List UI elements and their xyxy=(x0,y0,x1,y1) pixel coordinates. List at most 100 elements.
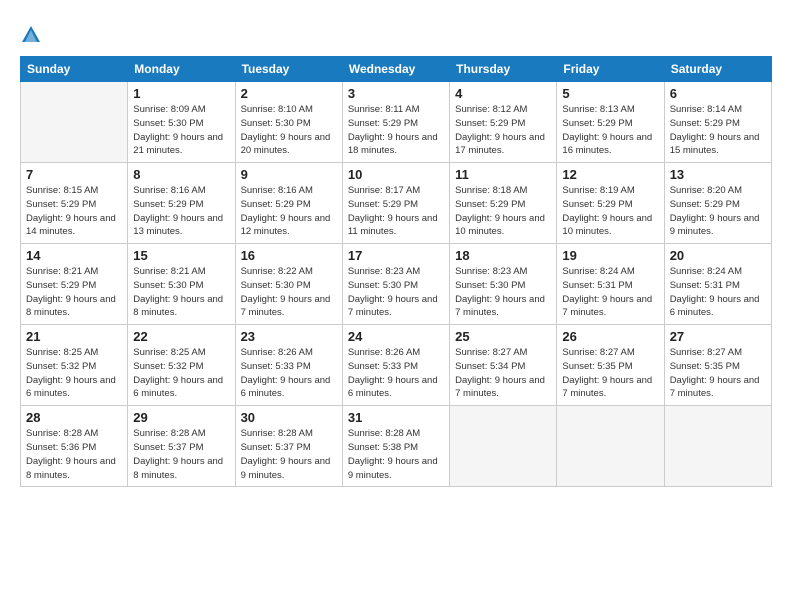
day-detail: Sunrise: 8:27 AMSunset: 5:35 PMDaylight:… xyxy=(562,346,658,401)
day-number: 17 xyxy=(348,248,444,263)
calendar-cell: 26Sunrise: 8:27 AMSunset: 5:35 PMDayligh… xyxy=(557,325,664,406)
weekday-header: Sunday xyxy=(21,57,128,82)
weekday-header: Tuesday xyxy=(235,57,342,82)
day-number: 15 xyxy=(133,248,229,263)
day-number: 29 xyxy=(133,410,229,425)
day-detail: Sunrise: 8:26 AMSunset: 5:33 PMDaylight:… xyxy=(241,346,337,401)
calendar-cell: 5 Sunrise: 8:13 AMSunset: 5:29 PMDaylight… xyxy=(557,82,664,163)
calendar-cell: 17 Sunrise: 8:23 AMSunset: 5:30 PMDayligh… xyxy=(342,244,449,325)
calendar-week-row: 7 Sunrise: 8:15 AMSunset: 5:29 PMDaylight… xyxy=(21,163,772,244)
day-detail: Sunrise: 8:12 AMSunset: 5:29 PMDaylight:… xyxy=(455,103,551,158)
day-number: 13 xyxy=(670,167,766,182)
calendar-cell: 14 Sunrise: 8:21 AMSunset: 5:29 PMDayligh… xyxy=(21,244,128,325)
day-number: 12 xyxy=(562,167,658,182)
calendar-cell: 29 Sunrise: 8:28 AMSunset: 5:37 PMDayligh… xyxy=(128,406,235,487)
day-detail: Sunrise: 8:13 AMSunset: 5:29 PMDaylight:… xyxy=(562,103,658,158)
day-detail: Sunrise: 8:25 AMSunset: 5:32 PMDaylight:… xyxy=(133,346,229,401)
day-detail: Sunrise: 8:27 AMSunset: 5:35 PMDaylight:… xyxy=(670,346,766,401)
day-number: 18 xyxy=(455,248,551,263)
day-detail: Sunrise: 8:24 AMSunset: 5:31 PMDaylight:… xyxy=(562,265,658,320)
weekday-header: Wednesday xyxy=(342,57,449,82)
day-number: 20 xyxy=(670,248,766,263)
calendar-cell: 12Sunrise: 8:19 AMSunset: 5:29 PMDayligh… xyxy=(557,163,664,244)
day-detail: Sunrise: 8:20 AMSunset: 5:29 PMDaylight:… xyxy=(670,184,766,239)
header-row: SundayMondayTuesdayWednesdayThursdayFrid… xyxy=(21,57,772,82)
calendar-cell: 8 Sunrise: 8:16 AMSunset: 5:29 PMDaylight… xyxy=(128,163,235,244)
day-number: 2 xyxy=(241,86,337,101)
calendar-body: 1 Sunrise: 8:09 AMSunset: 5:30 PMDaylight… xyxy=(21,82,772,487)
day-number: 8 xyxy=(133,167,229,182)
calendar-cell: 31 Sunrise: 8:28 AMSunset: 5:38 PMDayligh… xyxy=(342,406,449,487)
day-number: 9 xyxy=(241,167,337,182)
day-number: 10 xyxy=(348,167,444,182)
calendar-cell: 30Sunrise: 8:28 AMSunset: 5:37 PMDayligh… xyxy=(235,406,342,487)
day-detail: Sunrise: 8:11 AMSunset: 5:29 PMDaylight:… xyxy=(348,103,444,158)
calendar-cell: 4Sunrise: 8:12 AMSunset: 5:29 PMDaylight… xyxy=(450,82,557,163)
calendar-cell: 27 Sunrise: 8:27 AMSunset: 5:35 PMDayligh… xyxy=(664,325,771,406)
day-detail: Sunrise: 8:21 AMSunset: 5:29 PMDaylight:… xyxy=(26,265,122,320)
day-number: 7 xyxy=(26,167,122,182)
day-number: 5 xyxy=(562,86,658,101)
day-number: 28 xyxy=(26,410,122,425)
calendar-cell: 15 Sunrise: 8:21 AMSunset: 5:30 PMDayligh… xyxy=(128,244,235,325)
calendar-cell xyxy=(450,406,557,487)
weekday-header: Monday xyxy=(128,57,235,82)
calendar-cell: 19Sunrise: 8:24 AMSunset: 5:31 PMDayligh… xyxy=(557,244,664,325)
weekday-header: Thursday xyxy=(450,57,557,82)
day-number: 25 xyxy=(455,329,551,344)
day-detail: Sunrise: 8:27 AMSunset: 5:34 PMDaylight:… xyxy=(455,346,551,401)
calendar-cell: 7 Sunrise: 8:15 AMSunset: 5:29 PMDaylight… xyxy=(21,163,128,244)
calendar-cell: 25 Sunrise: 8:27 AMSunset: 5:34 PMDayligh… xyxy=(450,325,557,406)
day-number: 11 xyxy=(455,167,551,182)
calendar-cell: 10 Sunrise: 8:17 AMSunset: 5:29 PMDayligh… xyxy=(342,163,449,244)
day-detail: Sunrise: 8:17 AMSunset: 5:29 PMDaylight:… xyxy=(348,184,444,239)
day-detail: Sunrise: 8:22 AMSunset: 5:30 PMDaylight:… xyxy=(241,265,337,320)
calendar-cell: 1 Sunrise: 8:09 AMSunset: 5:30 PMDaylight… xyxy=(128,82,235,163)
day-number: 3 xyxy=(348,86,444,101)
day-detail: Sunrise: 8:24 AMSunset: 5:31 PMDaylight:… xyxy=(670,265,766,320)
calendar-cell: 22Sunrise: 8:25 AMSunset: 5:32 PMDayligh… xyxy=(128,325,235,406)
day-number: 23 xyxy=(241,329,337,344)
calendar-cell: 3 Sunrise: 8:11 AMSunset: 5:29 PMDaylight… xyxy=(342,82,449,163)
day-number: 6 xyxy=(670,86,766,101)
day-detail: Sunrise: 8:10 AMSunset: 5:30 PMDaylight:… xyxy=(241,103,337,158)
day-number: 1 xyxy=(133,86,229,101)
day-detail: Sunrise: 8:18 AMSunset: 5:29 PMDaylight:… xyxy=(455,184,551,239)
day-detail: Sunrise: 8:26 AMSunset: 5:33 PMDaylight:… xyxy=(348,346,444,401)
day-detail: Sunrise: 8:25 AMSunset: 5:32 PMDaylight:… xyxy=(26,346,122,401)
calendar-week-row: 14 Sunrise: 8:21 AMSunset: 5:29 PMDayligh… xyxy=(21,244,772,325)
calendar-cell: 18Sunrise: 8:23 AMSunset: 5:30 PMDayligh… xyxy=(450,244,557,325)
day-detail: Sunrise: 8:14 AMSunset: 5:29 PMDaylight:… xyxy=(670,103,766,158)
day-detail: Sunrise: 8:23 AMSunset: 5:30 PMDaylight:… xyxy=(348,265,444,320)
day-number: 14 xyxy=(26,248,122,263)
day-detail: Sunrise: 8:09 AMSunset: 5:30 PMDaylight:… xyxy=(133,103,229,158)
day-number: 16 xyxy=(241,248,337,263)
day-detail: Sunrise: 8:15 AMSunset: 5:29 PMDaylight:… xyxy=(26,184,122,239)
calendar-cell: 2 Sunrise: 8:10 AMSunset: 5:30 PMDaylight… xyxy=(235,82,342,163)
day-detail: Sunrise: 8:21 AMSunset: 5:30 PMDaylight:… xyxy=(133,265,229,320)
day-detail: Sunrise: 8:28 AMSunset: 5:38 PMDaylight:… xyxy=(348,427,444,482)
calendar-cell: 6 Sunrise: 8:14 AMSunset: 5:29 PMDaylight… xyxy=(664,82,771,163)
day-detail: Sunrise: 8:28 AMSunset: 5:36 PMDaylight:… xyxy=(26,427,122,482)
calendar-cell: 11 Sunrise: 8:18 AMSunset: 5:29 PMDayligh… xyxy=(450,163,557,244)
calendar-week-row: 28 Sunrise: 8:28 AMSunset: 5:36 PMDayligh… xyxy=(21,406,772,487)
day-number: 30 xyxy=(241,410,337,425)
weekday-header: Friday xyxy=(557,57,664,82)
logo-icon xyxy=(20,24,42,46)
calendar-week-row: 21 Sunrise: 8:25 AMSunset: 5:32 PMDayligh… xyxy=(21,325,772,406)
weekday-header: Saturday xyxy=(664,57,771,82)
day-detail: Sunrise: 8:28 AMSunset: 5:37 PMDaylight:… xyxy=(133,427,229,482)
day-detail: Sunrise: 8:16 AMSunset: 5:29 PMDaylight:… xyxy=(241,184,337,239)
calendar-cell: 28 Sunrise: 8:28 AMSunset: 5:36 PMDayligh… xyxy=(21,406,128,487)
day-number: 27 xyxy=(670,329,766,344)
page: SundayMondayTuesdayWednesdayThursdayFrid… xyxy=(0,0,792,612)
header xyxy=(20,18,772,46)
calendar-cell xyxy=(557,406,664,487)
calendar-cell: 9 Sunrise: 8:16 AMSunset: 5:29 PMDaylight… xyxy=(235,163,342,244)
calendar: SundayMondayTuesdayWednesdayThursdayFrid… xyxy=(20,56,772,487)
calendar-header: SundayMondayTuesdayWednesdayThursdayFrid… xyxy=(21,57,772,82)
day-number: 31 xyxy=(348,410,444,425)
calendar-cell: 13 Sunrise: 8:20 AMSunset: 5:29 PMDayligh… xyxy=(664,163,771,244)
day-detail: Sunrise: 8:16 AMSunset: 5:29 PMDaylight:… xyxy=(133,184,229,239)
day-number: 21 xyxy=(26,329,122,344)
